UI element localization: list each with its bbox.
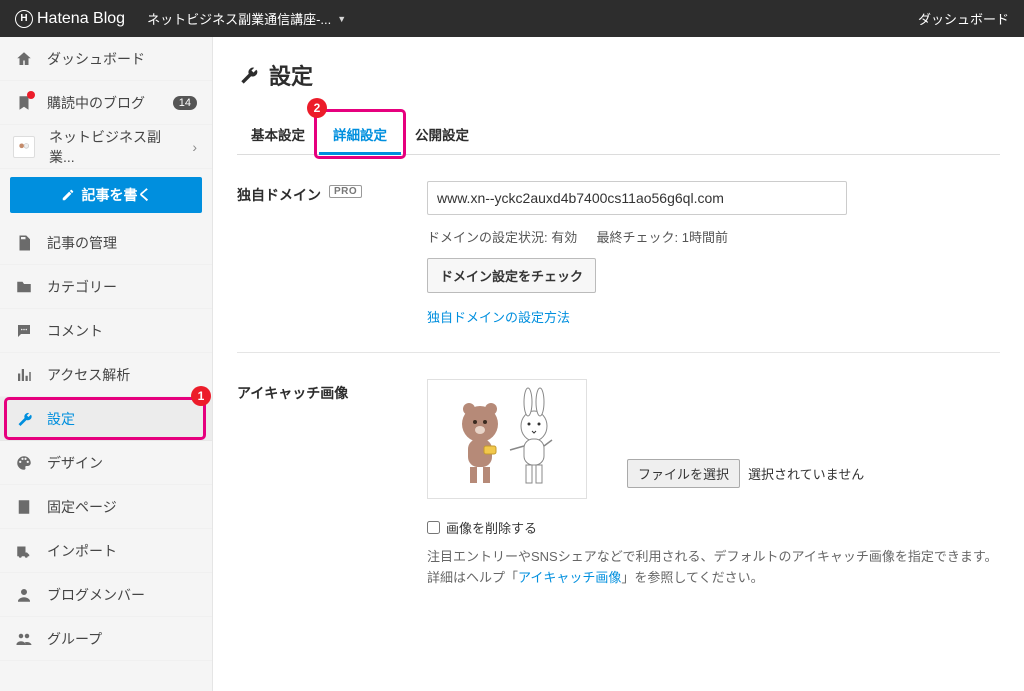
blog-selector-label: ネットビジネス副業通信講座-...: [147, 9, 331, 28]
app-header: H Hatena Blog ネットビジネス副業通信講座-... ▼ ダッシュボー…: [0, 0, 1024, 37]
sidebar-item-label: インポート: [47, 541, 197, 561]
logo[interactable]: H Hatena Blog: [15, 10, 125, 28]
domain-last-check: 最終チェック: 1時間前: [596, 230, 727, 245]
eyecatch-note-1: 注目エントリーやSNSシェアなどで利用される、デフォルトのアイキャッチ画像を指定…: [427, 549, 998, 564]
tab-advanced[interactable]: 詳細設定 2: [319, 115, 401, 154]
page-title-text: 設定: [269, 59, 313, 91]
hatena-mascot-icon: [432, 384, 582, 494]
sidebar-item-label: ダッシュボード: [47, 49, 197, 69]
sidebar-item-label: 購読中のブログ: [47, 93, 159, 113]
chevron-right-icon: ›: [192, 139, 197, 155]
group-icon: [15, 630, 33, 648]
sidebar-item-dashboard[interactable]: ダッシュボード: [0, 37, 212, 81]
sidebar: ダッシュボード 購読中のブログ 14 ネットビジネス副業... › 記事を書く …: [0, 37, 213, 691]
sidebar-item-label: 記事の管理: [47, 233, 197, 253]
sidebar-item-label: アクセス解析: [47, 365, 197, 385]
main-content: 設定 基本設定 詳細設定 2 公開設定 独自ドメイン PRO ドメインの設定状況…: [213, 37, 1024, 691]
tab-publish[interactable]: 公開設定: [401, 115, 483, 154]
dashboard-header-link[interactable]: ダッシュボード: [918, 9, 1009, 28]
page-icon: [15, 498, 33, 516]
sidebar-item-label: 固定ページ: [47, 497, 197, 517]
eyecatch-help-link[interactable]: アイキャッチ画像: [518, 570, 621, 585]
wrench-icon: [237, 64, 259, 86]
blog-thumbnail-icon: [13, 136, 35, 158]
sidebar-item-label: カテゴリー: [47, 277, 197, 297]
document-icon: [15, 234, 33, 252]
choose-file-button[interactable]: ファイルを選択: [627, 459, 740, 488]
check-domain-button[interactable]: ドメイン設定をチェック: [427, 258, 596, 293]
page-title: 設定: [237, 59, 1000, 115]
user-icon: [15, 586, 33, 604]
sidebar-item-settings[interactable]: 設定 1: [0, 397, 212, 441]
tab-basic[interactable]: 基本設定: [237, 115, 319, 154]
home-icon: [15, 50, 33, 68]
custom-domain-section: 独自ドメイン PRO ドメインの設定状況: 有効 最終チェック: 1時間前 ドメ…: [237, 155, 1000, 353]
sidebar-item-design[interactable]: デザイン: [0, 441, 212, 485]
sidebar-item-categories[interactable]: カテゴリー: [0, 265, 212, 309]
sidebar-item-analytics[interactable]: アクセス解析: [0, 353, 212, 397]
truck-icon: [15, 542, 33, 560]
settings-tabs: 基本設定 詳細設定 2 公開設定: [237, 115, 1000, 155]
edit-icon: [61, 188, 75, 202]
wrench-icon: [15, 410, 33, 428]
domain-help-link[interactable]: 独自ドメインの設定方法: [427, 310, 570, 325]
sidebar-item-label: 設定: [47, 409, 197, 429]
pro-badge: PRO: [329, 185, 362, 198]
eyecatch-note-2b: 」を参照してください。: [621, 570, 763, 585]
eyecatch-label: アイキャッチ画像: [237, 383, 348, 403]
comment-icon: [15, 322, 33, 340]
sidebar-item-groups[interactable]: グループ: [0, 617, 212, 661]
eyecatch-section: アイキャッチ画像: [237, 353, 1000, 615]
sidebar-item-label: グループ: [47, 629, 197, 649]
folder-icon: [15, 278, 33, 296]
hatena-icon: H: [15, 10, 33, 28]
eyecatch-note-2a: 詳細はヘルプ「: [427, 570, 518, 585]
sidebar-item-manage-posts[interactable]: 記事の管理: [0, 221, 212, 265]
file-status-text: 選択されていません: [748, 464, 864, 483]
sidebar-item-members[interactable]: ブログメンバー: [0, 573, 212, 617]
sidebar-item-label: ブログメンバー: [47, 585, 197, 605]
chart-icon: [15, 366, 33, 384]
sidebar-item-current-blog[interactable]: ネットビジネス副業... ›: [0, 125, 212, 169]
delete-image-label: 画像を削除する: [446, 518, 537, 537]
sidebar-item-comments[interactable]: コメント: [0, 309, 212, 353]
sidebar-item-label: ネットビジネス副業...: [49, 127, 178, 167]
sidebar-item-label: コメント: [47, 321, 197, 341]
domain-input[interactable]: [427, 181, 847, 215]
sidebar-item-import[interactable]: インポート: [0, 529, 212, 573]
domain-status: ドメインの設定状況: 有効: [427, 230, 577, 245]
eyecatch-thumbnail: [427, 379, 587, 499]
sidebar-item-subscriptions[interactable]: 購読中のブログ 14: [0, 81, 212, 125]
delete-image-checkbox[interactable]: [427, 521, 440, 534]
blog-selector[interactable]: ネットビジネス副業通信講座-... ▼: [147, 9, 346, 28]
write-post-label: 記事を書く: [82, 185, 152, 205]
sidebar-item-label: デザイン: [47, 453, 197, 473]
chevron-down-icon: ▼: [337, 14, 346, 24]
notification-dot-icon: [27, 91, 35, 99]
write-post-button[interactable]: 記事を書く: [10, 177, 202, 213]
tab-advanced-label: 詳細設定: [333, 128, 387, 143]
palette-icon: [15, 454, 33, 472]
logo-text: Hatena Blog: [37, 10, 125, 28]
sidebar-item-fixed-pages[interactable]: 固定ページ: [0, 485, 212, 529]
domain-label: 独自ドメイン: [237, 185, 321, 205]
subscriptions-count-badge: 14: [173, 96, 197, 110]
